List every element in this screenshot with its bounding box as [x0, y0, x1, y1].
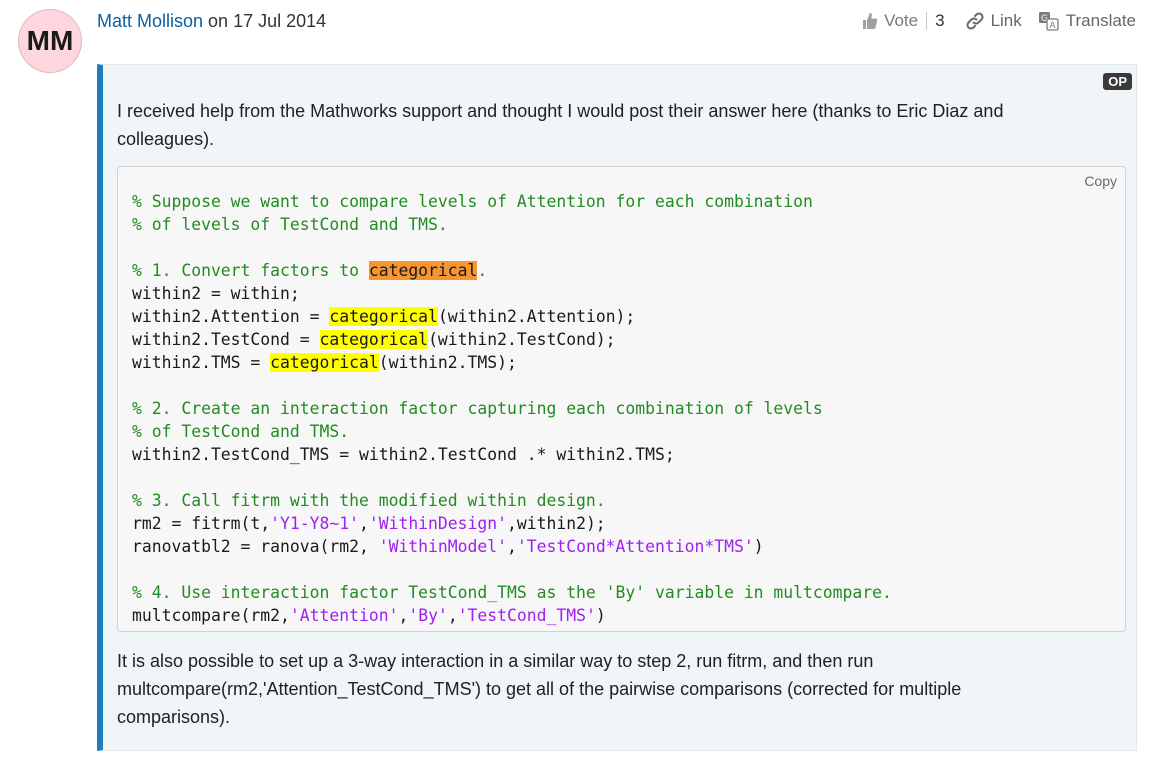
code-text: ranovatbl2 = ranova(rm2,: [132, 537, 379, 556]
code-line: multcompare(rm2,'Attention','By','TestCo…: [132, 604, 892, 627]
code-string: 'Attention': [289, 606, 399, 625]
code-text: ,: [358, 514, 369, 533]
code-string: 'WithinDesign': [368, 514, 507, 533]
code-text: ): [595, 606, 606, 625]
vote-count: 3: [926, 12, 945, 30]
code-string: 'By': [408, 606, 448, 625]
code-line: within2.TMS = categorical(within2.TMS);: [132, 351, 892, 374]
code-line: within2.Attention = categorical(within2.…: [132, 305, 892, 328]
code-line: % of levels of TestCond and TMS.: [132, 213, 892, 236]
translate-label: Translate: [1065, 11, 1136, 30]
answer-outro: It is also possible to set up a 3-way in…: [117, 651, 962, 727]
code-highlight: categorical: [329, 307, 438, 326]
code-line: % of TestCond and TMS.: [132, 420, 892, 443]
code-line: within2 = within;: [132, 282, 892, 305]
code-text: ,: [507, 537, 517, 556]
code-text: (within2.Attention);: [437, 307, 636, 326]
code-text: within2 = within;: [132, 284, 300, 303]
author-link[interactable]: Matt Mollison: [97, 11, 203, 31]
code-line: % Suppose we want to compare levels of A…: [132, 190, 892, 213]
link-button[interactable]: Link: [965, 11, 1022, 31]
code-text: within2.TMS =: [132, 353, 271, 372]
code-line: within2.TestCond = categorical(within2.T…: [132, 328, 892, 351]
answer-body: OP I received help from the Mathworks su…: [97, 64, 1137, 751]
code-text: ): [753, 537, 764, 556]
code-line: ranovatbl2 = ranova(rm2, 'WithinModel','…: [132, 535, 892, 558]
code-string: 'WithinModel': [378, 537, 507, 556]
code-string: 'Y1-Y8~1': [270, 514, 359, 533]
code-comment: % 1. Convert factors to: [132, 261, 369, 280]
answer-intro: I received help from the Mathworks suppo…: [117, 101, 1004, 149]
code-comment: % 4. Use interaction factor TestCond_TMS…: [132, 583, 892, 602]
code-line: within2.TestCond_TMS = within2.TestCond …: [132, 443, 892, 466]
code-line: % 3. Call fitrm with the modified within…: [132, 489, 892, 512]
code-content: % Suppose we want to compare levels of A…: [132, 190, 892, 627]
code-line: % 1. Convert factors to categorical.: [132, 259, 892, 282]
code-line: % 2. Create an interaction factor captur…: [132, 397, 892, 420]
translate-button[interactable]: GA Translate: [1038, 11, 1136, 31]
code-text: (within2.TMS);: [378, 353, 517, 372]
vote-label: Vote: [884, 11, 919, 30]
code-text: (within2.TestCond);: [428, 330, 616, 349]
code-string: 'TestCond_TMS': [457, 606, 596, 625]
post-date: 17 Jul 2014: [233, 11, 327, 31]
code-text: within2.TestCond_TMS = within2.TestCond …: [132, 445, 675, 464]
link-label: Link: [990, 11, 1022, 30]
code-text: ,: [447, 606, 458, 625]
code-text: ,: [398, 606, 409, 625]
translate-icon: GA: [1038, 11, 1060, 31]
code-comment: .: [477, 261, 488, 280]
code-text: multcompare(rm2,: [132, 606, 290, 625]
vote-button[interactable]: Vote: [862, 11, 918, 31]
code-comment: % 2. Create an interaction factor captur…: [132, 399, 823, 418]
copy-button[interactable]: Copy: [1084, 173, 1117, 189]
date-prefix: on: [203, 11, 234, 31]
code-line: rm2 = fitrm(t,'Y1-Y8~1','WithinDesign',w…: [132, 512, 892, 535]
svg-text:A: A: [1049, 21, 1056, 31]
code-highlight: categorical: [270, 353, 379, 372]
op-badge: OP: [1103, 73, 1132, 90]
code-highlight: categorical: [319, 330, 429, 349]
avatar[interactable]: MM: [18, 9, 82, 73]
code-comment: % of levels of TestCond and TMS.: [132, 215, 448, 234]
code-comment: % of TestCond and TMS.: [132, 422, 350, 441]
thumbs-up-icon: [862, 12, 878, 30]
code-string: 'TestCond*Attention*TMS': [516, 537, 754, 556]
code-text: within2.TestCond =: [132, 330, 320, 349]
code-comment: % Suppose we want to compare levels of A…: [132, 192, 813, 211]
code-comment: % 3. Call fitrm with the modified within…: [132, 491, 606, 510]
code-line: % 4. Use interaction factor TestCond_TMS…: [132, 581, 892, 604]
code-block: Copy % Suppose we want to compare levels…: [117, 166, 1126, 632]
code-text: rm2 = fitrm(t,: [132, 514, 271, 533]
link-icon: [965, 11, 985, 31]
post-actions: Vote 3 Link GA Translate: [862, 9, 1136, 33]
code-highlight: categorical: [368, 261, 478, 280]
code-text: within2.Attention =: [132, 307, 330, 326]
post-meta: Matt Mollison on 17 Jul 2014: [97, 11, 326, 32]
code-text: ,within2);: [507, 514, 606, 533]
